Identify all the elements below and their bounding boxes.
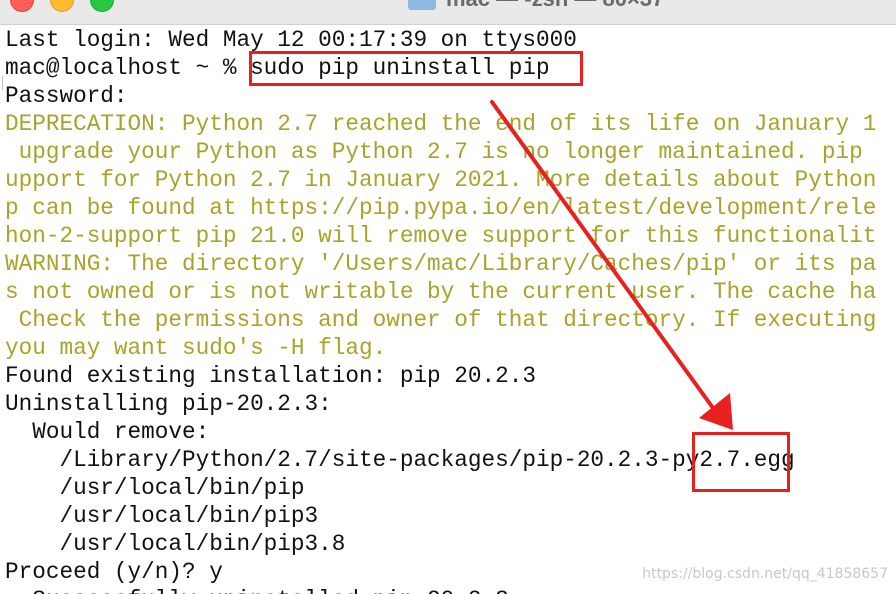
close-button[interactable] xyxy=(10,0,34,12)
terminal-line: Check the permissions and owner of that … xyxy=(5,307,877,333)
terminal-line: p can be found at https://pip.pypa.io/en… xyxy=(5,195,877,221)
window-title-group: mac — -zsh — 80×37 xyxy=(408,0,664,11)
terminal-line: WARNING: The directory '/Users/mac/Libra… xyxy=(5,251,877,277)
terminal-line: Password: xyxy=(5,83,128,109)
terminal-window: mac — -zsh — 80×37 Last login: Wed May 1… xyxy=(0,0,896,594)
terminal-line: hon-2-support pip 21.0 will remove suppo… xyxy=(5,223,877,249)
terminal-line: Successfully uninstalled pip-20.2.3 xyxy=(5,586,509,594)
terminal-line: Found existing installation: pip 20.2.3 xyxy=(5,363,536,389)
py27-highlight xyxy=(692,432,790,492)
command-highlight xyxy=(249,51,583,86)
terminal-line: Would remove: xyxy=(5,419,210,445)
terminal-line: Last login: Wed May 12 00:17:39 on ttys0… xyxy=(5,27,577,53)
terminal-line: /usr/local/bin/pip3 xyxy=(5,503,319,529)
maximize-button[interactable] xyxy=(90,0,114,12)
terminal-output[interactable]: Last login: Wed May 12 00:17:39 on ttys0… xyxy=(0,25,896,594)
terminal-line: DEPRECATION: Python 2.7 reached the end … xyxy=(5,111,877,137)
terminal-line: /usr/local/bin/pip3.8 xyxy=(5,531,346,557)
terminal-line: s not owned or is not writable by the cu… xyxy=(5,279,877,305)
window-title: mac — -zsh — 80×37 xyxy=(446,0,664,11)
home-folder-icon xyxy=(408,0,436,11)
terminal-line: upgrade your Python as Python 2.7 is no … xyxy=(5,139,877,165)
minimize-button[interactable] xyxy=(50,0,74,12)
terminal-line: upport for Python 2.7 in January 2021. M… xyxy=(5,167,877,193)
terminal-line: Uninstalling pip-20.2.3: xyxy=(5,391,332,417)
terminal-line: /Library/Python/2.7/site-packages/pip-20… xyxy=(5,447,795,473)
terminal-line: Proceed (y/n)? y xyxy=(5,559,223,585)
terminal-line: /usr/local/bin/pip xyxy=(5,475,305,501)
terminal-line: you may want sudo's -H flag. xyxy=(5,335,387,361)
title-bar[interactable]: mac — -zsh — 80×37 xyxy=(0,0,896,25)
watermark: https://blog.csdn.net/qq_41858657 xyxy=(642,566,888,582)
text-cursor-mark xyxy=(2,76,3,90)
